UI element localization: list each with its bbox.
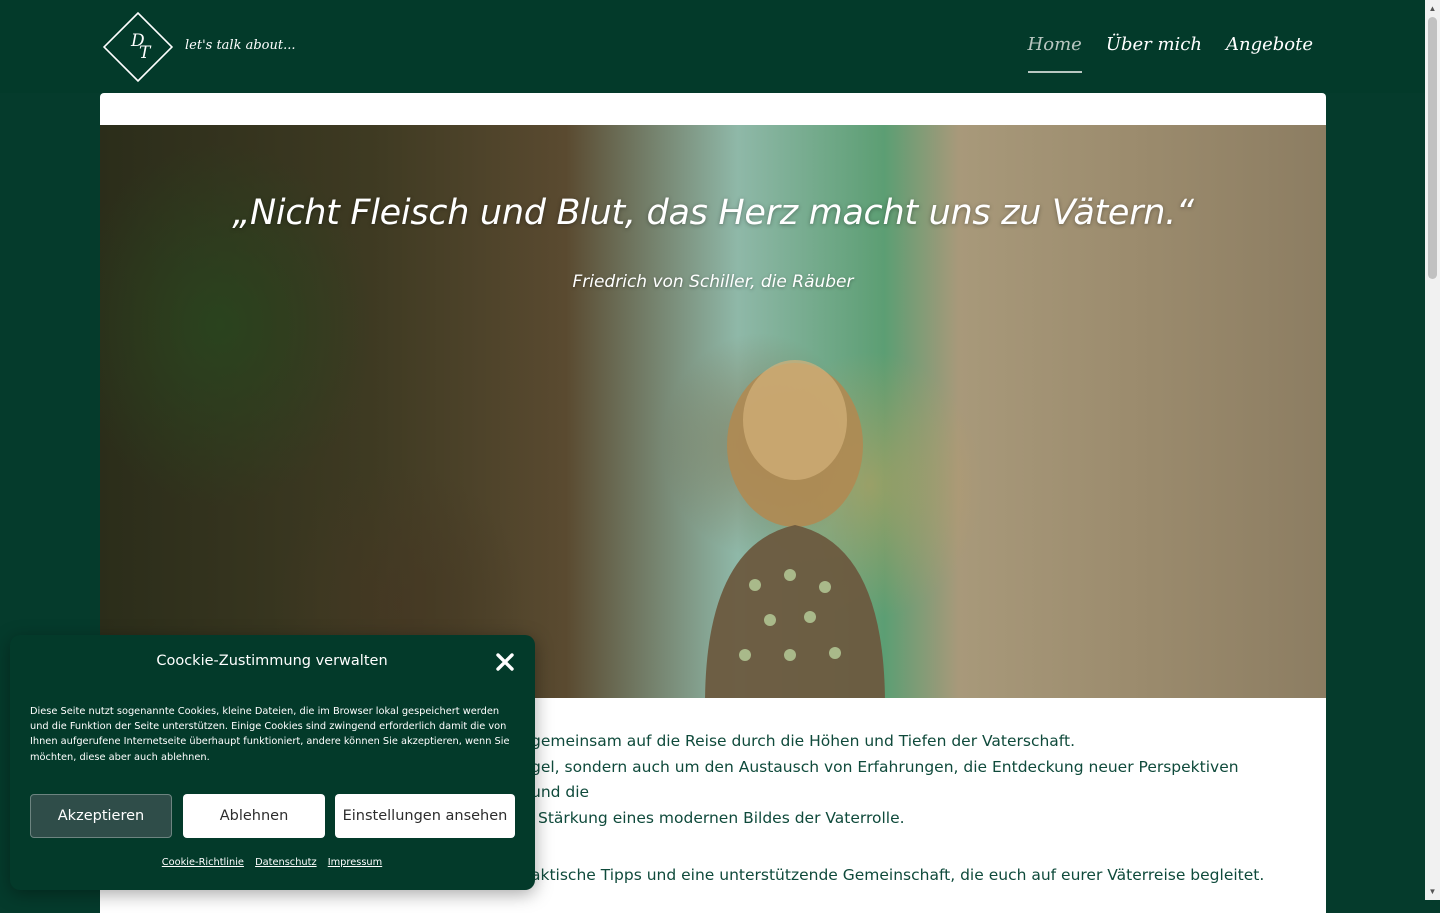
main-navigation: Home Über mich Angebote: [1027, 34, 1313, 73]
scroll-down-arrow-icon[interactable]: ▼: [1425, 883, 1440, 900]
cookie-settings-button[interactable]: Einstellungen ansehen: [335, 794, 515, 838]
imprint-link[interactable]: Impressum: [328, 857, 382, 868]
logo-monogram-t: T: [139, 43, 152, 63]
close-icon[interactable]: [494, 651, 516, 673]
privacy-link[interactable]: Datenschutz: [255, 857, 317, 868]
child-on-slide-illustration: [705, 360, 885, 698]
hero-quote-author: Friedrich von Schiller, die Räuber: [572, 272, 854, 292]
site-tagline: let's talk about...: [185, 38, 296, 53]
logo[interactable]: D T: [101, 10, 175, 84]
cookie-dialog-links: Cookie-Richtlinie Datenschutz Impressum: [10, 857, 534, 868]
scrollbar-thumb[interactable]: [1428, 17, 1437, 279]
page-scrollbar[interactable]: ▲ ▼: [1425, 0, 1440, 900]
nav-item-angebote[interactable]: Angebote: [1226, 34, 1313, 73]
scroll-up-arrow-icon[interactable]: ▲: [1425, 0, 1440, 17]
deny-cookies-button[interactable]: Ablehnen: [183, 794, 325, 838]
cookie-consent-dialog: Coockie-Zustimmung verwalten Diese Seite…: [10, 635, 535, 890]
cookie-dialog-text: Diese Seite nutzt sogenannte Cookies, kl…: [30, 706, 510, 763]
hero-image: „Nicht Fleisch und Blut, das Herz macht …: [100, 125, 1326, 698]
accept-cookies-button[interactable]: Akzeptieren: [30, 794, 172, 838]
nav-item-home[interactable]: Home: [1027, 34, 1083, 73]
cookie-dialog-title: Coockie-Zustimmung verwalten: [156, 653, 388, 669]
cookie-policy-link[interactable]: Cookie-Richtlinie: [162, 857, 244, 868]
nav-item-ueber-mich[interactable]: Über mich: [1106, 34, 1202, 73]
hero-quote: „Nicht Fleisch und Blut, das Herz macht …: [232, 193, 1194, 233]
site-header: D T let's talk about... Home Über mich A…: [0, 0, 1425, 93]
